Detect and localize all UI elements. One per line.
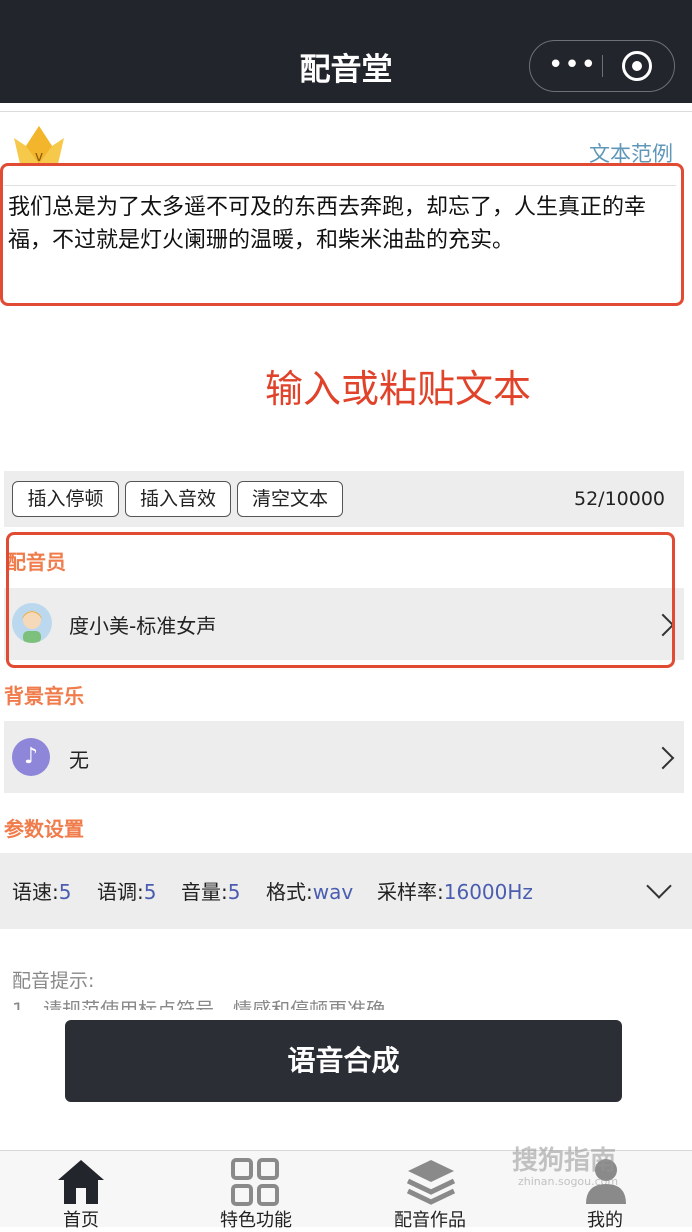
param-tone-value: 5 (143, 880, 157, 904)
highlight-box-text (0, 163, 684, 306)
tips-line: 1、请规范使用标点符号，情感和停顿更准确 (12, 999, 386, 1010)
clear-text-button[interactable]: 清空文本 (237, 481, 343, 517)
param-rate-value: 16000Hz (443, 880, 533, 904)
param-format-label: 格式: (266, 880, 313, 904)
close-miniprogram-icon[interactable] (622, 51, 652, 81)
char-counter: 52/10000 (574, 488, 666, 510)
grid-icon[interactable] (231, 1158, 279, 1206)
param-volume: 音量:5 (181, 876, 240, 905)
annotation-hint: 输入或粘贴文本 (0, 358, 692, 413)
home-icon[interactable] (56, 1158, 106, 1204)
bgm-section-label: 背景音乐 (4, 684, 84, 708)
param-tone: 语调:5 (97, 876, 156, 905)
param-speed: 语速:5 (12, 876, 71, 905)
crown-icon: v (14, 126, 64, 164)
insert-effect-button[interactable]: 插入音效 (125, 481, 231, 517)
tab-mine[interactable]: 我的 (545, 1206, 665, 1232)
param-volume-value: 5 (227, 880, 241, 904)
watermark-main: 搜狗指南 (512, 1146, 617, 1176)
param-rate: 采样率:16000Hz (377, 876, 533, 905)
param-tone-label: 语调: (97, 880, 144, 904)
tips-title: 配音提示: (12, 970, 95, 992)
watermark-sub: zhinan.sogou.com (518, 1175, 619, 1188)
tab-home[interactable]: 首页 (21, 1206, 141, 1232)
capsule-divider (602, 55, 603, 77)
param-format-value: wav (312, 880, 354, 904)
bgm-selected: 无 (69, 748, 89, 772)
divider (0, 111, 692, 112)
more-icon[interactable]: ••• (548, 47, 596, 83)
watermark: 搜狗指南 zhinan.sogou.com (512, 1140, 618, 1188)
synthesize-button[interactable]: 语音合成 (65, 1020, 622, 1102)
param-speed-label: 语速: (12, 880, 59, 904)
highlight-box-voice (6, 532, 675, 668)
music-note-icon: ♪ (12, 738, 50, 776)
tab-features[interactable]: 特色功能 (196, 1206, 316, 1232)
svg-text:v: v (35, 149, 43, 164)
tab-works[interactable]: 配音作品 (370, 1206, 490, 1232)
param-format: 格式:wav (266, 876, 353, 905)
bgm-selector-row[interactable] (4, 721, 684, 793)
param-speed-value: 5 (58, 880, 72, 904)
param-rate-label: 采样率: (377, 880, 444, 904)
insert-pause-button[interactable]: 插入停顿 (12, 481, 119, 517)
param-volume-label: 音量: (181, 880, 228, 904)
params-section-label: 参数设置 (4, 817, 84, 841)
annotation-hint-text: 输入或粘贴文本 (264, 367, 531, 411)
layers-icon[interactable] (406, 1158, 456, 1206)
